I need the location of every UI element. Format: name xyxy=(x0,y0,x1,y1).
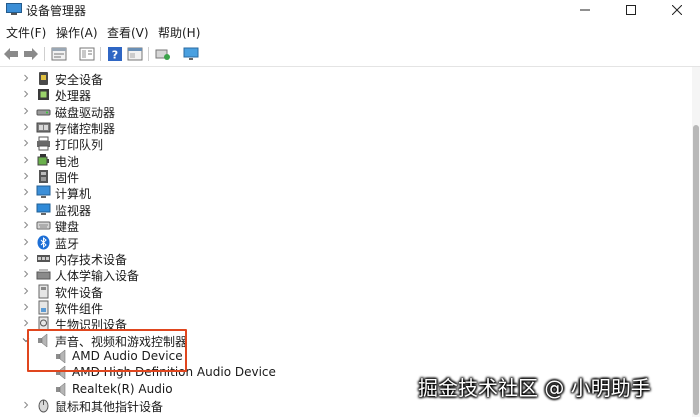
chevron-right-icon[interactable] xyxy=(21,268,31,280)
tree-category-item[interactable]: 内存技术设备 xyxy=(0,250,692,267)
tree-category-item[interactable]: 打印队列 xyxy=(0,135,692,152)
minimize-icon xyxy=(580,9,590,11)
tree-category-item[interactable]: 安全设备 xyxy=(0,70,692,87)
window-title: 设备管理器 xyxy=(26,4,87,18)
view-details-icon xyxy=(79,47,95,61)
tree-item-label: Realtek(R) Audio xyxy=(72,381,173,396)
toolbar-separator xyxy=(100,47,101,61)
properties-icon xyxy=(51,47,67,61)
processor-icon xyxy=(36,87,51,101)
properties-button[interactable] xyxy=(50,45,68,63)
forward-arrow-icon xyxy=(24,48,38,60)
chevron-right-icon[interactable] xyxy=(21,236,31,248)
scan-hardware-icon xyxy=(155,49,170,60)
menu-file[interactable]: 文件(F) xyxy=(6,24,46,41)
minimize-button[interactable] xyxy=(562,0,608,20)
bluetooth-icon xyxy=(36,235,51,249)
chevron-right-icon[interactable] xyxy=(21,317,31,329)
speaker-icon xyxy=(54,382,69,397)
help-button[interactable]: ? xyxy=(106,45,124,63)
device-manager-icon xyxy=(6,3,22,15)
chevron-right-icon[interactable] xyxy=(21,88,31,100)
printer-icon xyxy=(36,136,51,151)
maximize-icon xyxy=(626,5,636,15)
software-device-icon xyxy=(36,284,51,299)
chevron-right-icon[interactable] xyxy=(21,186,31,198)
security-device-icon xyxy=(36,71,51,85)
tree-category-item[interactable]: 人体学输入设备 xyxy=(0,266,692,283)
chevron-right-icon[interactable] xyxy=(21,137,31,149)
monitor-button[interactable] xyxy=(182,45,200,63)
menu-bar: 文件(F) 操作(A) 查看(V) 帮助(H) xyxy=(0,20,700,42)
console-icon xyxy=(127,47,143,61)
battery-icon xyxy=(36,153,51,167)
chevron-right-icon[interactable] xyxy=(21,219,31,231)
maximize-button[interactable] xyxy=(608,0,654,20)
tree-category-item[interactable]: 计算机 xyxy=(0,184,692,201)
monitor-icon xyxy=(36,202,51,216)
title-bar: 设备管理器 xyxy=(0,0,700,20)
watermark-text: 掘金技术社区 @ 小明助手 xyxy=(418,376,651,400)
tree-category-item[interactable]: 监视器 xyxy=(0,201,692,218)
chevron-right-icon[interactable] xyxy=(21,301,31,313)
chevron-right-icon[interactable] xyxy=(21,105,31,117)
chevron-right-icon[interactable] xyxy=(21,399,31,411)
tree-item-label: 鼠标和其他指针设备 xyxy=(55,400,164,414)
chevron-right-icon[interactable] xyxy=(21,154,31,166)
chevron-right-icon[interactable] xyxy=(21,285,31,297)
scrollbar-thumb[interactable] xyxy=(693,125,699,415)
tree-category-item[interactable]: 存储控制器 xyxy=(0,119,692,136)
svg-text:?: ? xyxy=(112,49,118,62)
tree-category-item[interactable]: 磁盘驱动器 xyxy=(0,103,692,120)
disk-drive-icon xyxy=(36,104,51,118)
mouse-icon xyxy=(36,398,51,413)
toolbar-separator xyxy=(148,47,149,61)
tree-category-item[interactable]: 软件组件 xyxy=(0,299,692,316)
close-icon xyxy=(672,5,682,15)
tree-category-item[interactable]: 处理器 xyxy=(0,86,692,103)
console-button[interactable] xyxy=(126,45,144,63)
menu-help[interactable]: 帮助(H) xyxy=(158,24,200,41)
toolbar: ? xyxy=(0,42,700,67)
chevron-right-icon[interactable] xyxy=(21,170,31,182)
chevron-right-icon[interactable] xyxy=(21,252,31,264)
tree-category-item[interactable]: 固件 xyxy=(0,168,692,185)
firmware-icon xyxy=(36,169,51,184)
chevron-right-icon[interactable] xyxy=(21,203,31,215)
tree-category-item[interactable]: 蓝牙 xyxy=(0,234,692,251)
close-button[interactable] xyxy=(654,0,700,20)
memory-device-icon xyxy=(36,251,51,265)
back-button[interactable] xyxy=(2,45,20,63)
software-component-icon xyxy=(36,300,51,315)
forward-button[interactable] xyxy=(22,45,40,63)
chevron-right-icon[interactable] xyxy=(21,72,31,84)
menu-view[interactable]: 查看(V) xyxy=(107,24,149,41)
menu-action[interactable]: 操作(A) xyxy=(56,24,98,41)
monitor-icon xyxy=(183,47,199,60)
hid-icon xyxy=(36,267,51,281)
help-icon: ? xyxy=(108,47,122,62)
chevron-right-icon[interactable] xyxy=(21,121,31,133)
keyboard-icon xyxy=(36,218,51,232)
back-arrow-icon xyxy=(4,48,18,60)
vertical-scrollbar[interactable] xyxy=(692,67,700,417)
tree-category-item[interactable]: 键盘 xyxy=(0,217,692,234)
toolbar-separator xyxy=(44,47,45,61)
computer-icon xyxy=(36,185,51,199)
storage-controller-icon xyxy=(36,120,51,134)
view-details-button[interactable] xyxy=(78,45,96,63)
scan-hardware-button[interactable] xyxy=(154,45,172,63)
highlight-annotation xyxy=(27,329,187,372)
tree-category-item[interactable]: 软件设备 xyxy=(0,283,692,300)
tree-category-item[interactable]: 电池 xyxy=(0,152,692,169)
